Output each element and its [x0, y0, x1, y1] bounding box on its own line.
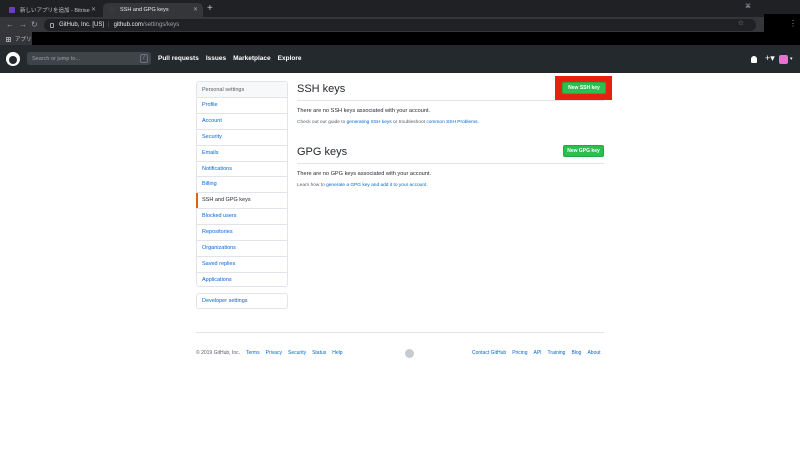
- sidebar-item-repositories[interactable]: Repositories: [197, 225, 287, 242]
- nav-pull-requests[interactable]: Pull requests: [158, 55, 199, 62]
- footer-link-pricing[interactable]: Pricing: [512, 350, 527, 356]
- avatar[interactable]: [779, 55, 788, 64]
- sidebar-item-notifications[interactable]: Notifications: [197, 162, 287, 178]
- gpg-empty-message: There are no GPG keys associated with yo…: [297, 171, 432, 177]
- sidebar-heading: Personal settings: [197, 82, 287, 98]
- footer-link-security[interactable]: Security: [288, 350, 306, 356]
- footer-link-status[interactable]: Status: [312, 350, 326, 356]
- new-tab-icon[interactable]: +: [207, 3, 213, 15]
- redacted-bookmarks: [32, 32, 800, 45]
- browser-menu-icon[interactable]: ⋮: [789, 19, 797, 28]
- footer-link-training[interactable]: Training: [548, 350, 566, 356]
- nav-explore[interactable]: Explore: [278, 55, 302, 62]
- sidebar-item-applications[interactable]: Applications: [197, 273, 287, 289]
- sidebar-item-developer-settings[interactable]: Developer settings: [196, 293, 288, 309]
- footer-link-blog[interactable]: Blog: [571, 350, 581, 356]
- sidebar-item-emails[interactable]: Emails: [197, 146, 287, 162]
- sidebar-item-ssh-gpg-keys[interactable]: SSH and GPG keys: [196, 193, 287, 210]
- sidebar-item-billing[interactable]: Billing: [197, 177, 287, 194]
- ssh-divider: [297, 100, 604, 101]
- nav-marketplace[interactable]: Marketplace: [233, 55, 271, 62]
- github-footer-logo-icon[interactable]: [405, 349, 414, 358]
- copyright: © 2019 GitHub, Inc.: [196, 350, 240, 356]
- bitrise-favicon-icon: [9, 7, 15, 13]
- sidebar-item-account[interactable]: Account: [197, 114, 287, 130]
- translate-extension-icon[interactable]: ⌘: [745, 3, 751, 10]
- ssh-keys-title: SSH keys: [297, 83, 346, 95]
- nav-issues[interactable]: Issues: [206, 55, 226, 62]
- ssh-empty-message: There are no SSH keys associated with yo…: [297, 108, 431, 114]
- sidebar-item-saved-replies[interactable]: Saved replies: [197, 257, 287, 273]
- browser-tab-ssh-gpg[interactable]: SSH and GPG keys ✕: [103, 3, 203, 17]
- browser-address-bar: ← → ↻ GitHub, Inc. [US] | github.com/set…: [0, 17, 800, 33]
- gpg-divider: [297, 163, 604, 164]
- bookmark-apps[interactable]: アプリ: [15, 35, 32, 43]
- bookmark-star-icon[interactable]: ☆: [738, 19, 744, 27]
- sidebar-item-profile[interactable]: Profile: [197, 98, 287, 114]
- tab-title: 新しいアプリを追加 - Bitrise: [20, 8, 90, 14]
- ssh-guide-text: Check out our guide to generating SSH ke…: [297, 120, 479, 125]
- url-host: github.com: [113, 22, 143, 28]
- apps-grid-icon: [6, 36, 11, 42]
- footer-left: © 2019 GitHub, Inc. Terms Privacy Securi…: [196, 350, 343, 356]
- gpg-keys-title: GPG keys: [297, 146, 348, 158]
- generate-gpg-key-link[interactable]: generate a GPG key and add it to your ac…: [326, 183, 426, 188]
- sidebar-item-security[interactable]: Security: [197, 130, 287, 146]
- search-shortcut-badge: /: [140, 54, 148, 63]
- forward-icon[interactable]: →: [19, 19, 27, 31]
- new-ssh-key-button[interactable]: New SSH key: [562, 82, 606, 94]
- generating-ssh-keys-link[interactable]: generating SSH keys: [347, 120, 392, 125]
- lock-icon: [50, 22, 54, 28]
- back-icon[interactable]: ←: [6, 19, 14, 31]
- common-ssh-problems-link[interactable]: common SSH Problems: [426, 120, 477, 125]
- search-input[interactable]: Search or jump to... /: [27, 52, 151, 65]
- footer-link-about[interactable]: About: [587, 350, 600, 356]
- footer-link-terms[interactable]: Terms: [246, 350, 260, 356]
- url-field[interactable]: GitHub, Inc. [US] | github.com/settings/…: [44, 19, 756, 31]
- site-identity: GitHub, Inc. [US]: [59, 22, 105, 28]
- github-logo-icon[interactable]: [6, 52, 20, 66]
- gpg-learn-text: Learn how to generate a GPG key and add …: [297, 183, 428, 188]
- sidebar-item-organizations[interactable]: Organizations: [197, 241, 287, 257]
- top-nav: Pull requests Issues Marketplace Explore: [158, 55, 302, 62]
- new-gpg-key-button[interactable]: New GPG key: [563, 145, 604, 157]
- footer-link-help[interactable]: Help: [332, 350, 342, 356]
- url-path: /settings/keys: [142, 22, 180, 28]
- tab-title: SSH and GPG keys: [120, 7, 169, 13]
- reload-icon[interactable]: ↻: [31, 19, 38, 31]
- browser-tab-bitrise[interactable]: 新しいアプリを追加 - Bitrise ✕: [3, 3, 101, 17]
- create-new-plus-icon[interactable]: +▾: [765, 53, 775, 63]
- settings-sidebar: Personal settings Profile Account Securi…: [196, 81, 288, 287]
- footer-link-contact[interactable]: Contact GitHub: [472, 350, 506, 356]
- footer-divider: [196, 332, 604, 333]
- footer-right: Contact GitHub Pricing API Training Blog…: [472, 350, 601, 356]
- github-header: Search or jump to... / Pull requests Iss…: [0, 45, 800, 73]
- footer-link-api[interactable]: API: [533, 350, 541, 356]
- chevron-down-icon[interactable]: ▾: [790, 56, 793, 62]
- browser-tab-bar: 新しいアプリを追加 - Bitrise ✕ SSH and GPG keys ✕…: [0, 0, 800, 17]
- search-placeholder: Search or jump to...: [32, 55, 80, 62]
- github-favicon-icon: [109, 7, 115, 13]
- close-tab-icon[interactable]: ✕: [193, 6, 198, 13]
- footer-link-privacy[interactable]: Privacy: [266, 350, 282, 356]
- sidebar-item-blocked-users[interactable]: Blocked users: [197, 209, 287, 226]
- close-tab-icon[interactable]: ✕: [91, 6, 96, 13]
- notifications-bell-icon[interactable]: [751, 56, 757, 63]
